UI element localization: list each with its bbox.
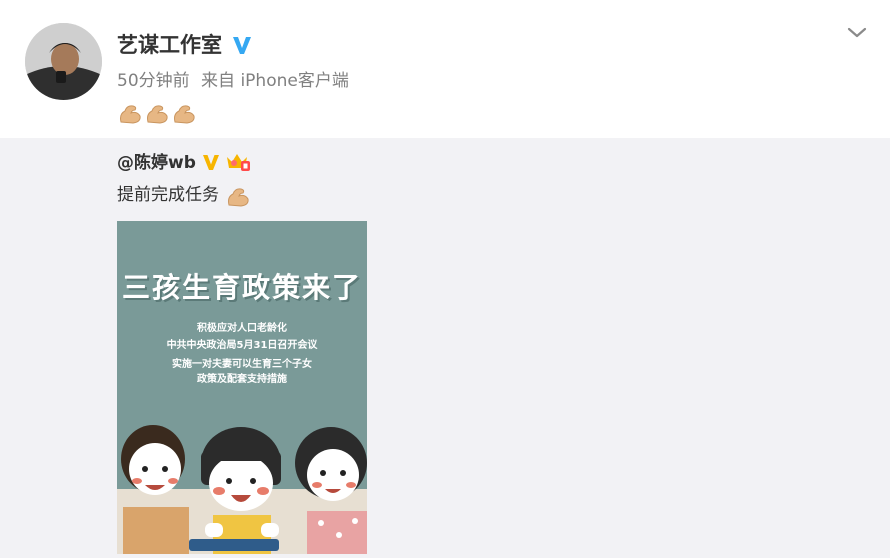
poster-title: 三孩生育政策来了 <box>121 271 362 304</box>
author-name[interactable]: 艺谋工作室 <box>117 31 222 59</box>
poster-logo-badge <box>189 539 279 551</box>
poster-line: 中共中央政治局5月31日召开会议 <box>166 340 318 351</box>
post-source: 来自 iPhone客户端 <box>201 71 349 91</box>
post-content <box>117 100 198 130</box>
chevron-down-icon[interactable] <box>846 24 868 40</box>
poster-line: 实施一对夫妻可以生育三个子女 <box>172 359 312 370</box>
verified-icon <box>233 37 251 54</box>
post-header: 艺谋工作室 50分钟前 来自 iPhone客户端 <box>0 0 890 138</box>
repost-author[interactable]: @陈婷wb <box>117 152 196 174</box>
flexed-biceps-emoji <box>228 188 249 207</box>
poster-line: 积极应对人口老龄化 <box>197 323 287 334</box>
flexed-biceps-emoji <box>147 105 168 124</box>
flexed-biceps-emoji <box>120 105 141 124</box>
poster-line: 政策及配套支持措施 <box>197 374 287 385</box>
repost-box: @陈婷wb 提前完成任务 三孩生育政策来了 积极应对人口老龄化 中共中央政治局5… <box>0 138 890 558</box>
avatar[interactable] <box>25 23 102 100</box>
children-illustration <box>117 425 367 554</box>
post-meta: 50分钟前 来自 iPhone客户端 <box>117 70 355 92</box>
crown-icon[interactable] <box>225 151 251 173</box>
repost-text: 提前完成任务 <box>117 185 219 205</box>
poster-image[interactable]: 三孩生育政策来了 积极应对人口老龄化 中共中央政治局5月31日召开会议 实施一对… <box>117 221 367 554</box>
verified-icon <box>203 155 219 170</box>
flexed-biceps-emoji <box>174 105 195 124</box>
post-time[interactable]: 50分钟前 <box>117 71 190 91</box>
